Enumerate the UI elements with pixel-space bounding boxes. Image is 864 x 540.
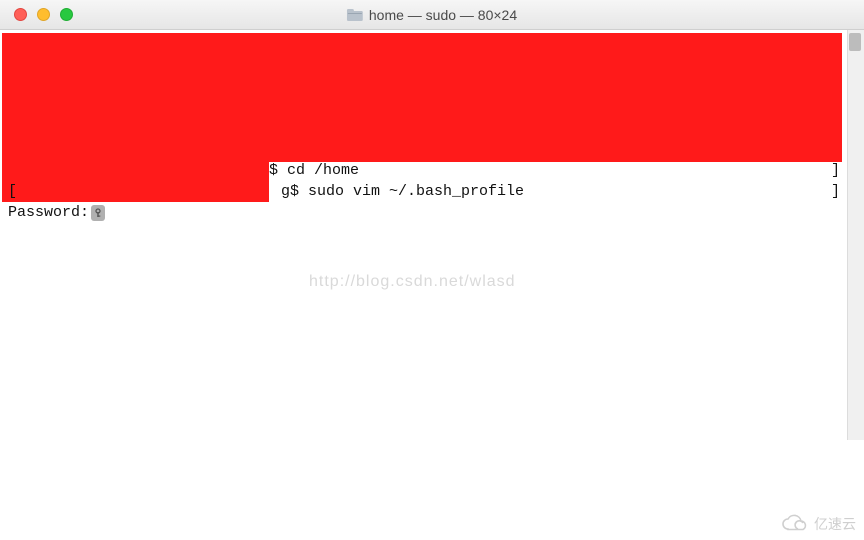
traffic-lights: [0, 8, 73, 21]
zoom-button[interactable]: [60, 8, 73, 21]
cloud-icon: [780, 514, 810, 534]
redacted-area-left: [2, 162, 269, 202]
password-prompt-line: Password:: [8, 204, 105, 221]
terminal-line-2-lbracket: [: [8, 183, 17, 200]
password-label: Password:: [8, 204, 89, 221]
folder-icon: [347, 8, 363, 22]
terminal-line-1: $ cd /home: [269, 162, 359, 179]
terminal-line-2-rbracket: ]: [831, 183, 840, 200]
titlebar[interactable]: home — sudo — 80×24: [0, 0, 864, 30]
key-icon: [91, 205, 105, 221]
footer-logo: 亿速云: [780, 514, 856, 534]
scrollbar-thumb[interactable]: [849, 33, 861, 51]
footer-logo-text: 亿速云: [814, 514, 856, 534]
watermark-text: http://blog.csdn.net/wlasd: [309, 273, 516, 291]
minimize-button[interactable]: [37, 8, 50, 21]
terminal-window: home — sudo — 80×24 $ cd /home ] [ g$ su…: [0, 0, 864, 540]
window-title-wrap: home — sudo — 80×24: [347, 7, 517, 23]
window-title: home — sudo — 80×24: [369, 7, 517, 23]
scrollbar-track[interactable]: [847, 30, 864, 440]
terminal-content[interactable]: $ cd /home ] [ g$ sudo vim ~/.bash_profi…: [0, 30, 864, 540]
terminal-line-1-rbracket: ]: [831, 162, 840, 179]
close-button[interactable]: [14, 8, 27, 21]
terminal-line-2: g$ sudo vim ~/.bash_profile: [281, 183, 524, 200]
redacted-area-top: [2, 33, 842, 162]
